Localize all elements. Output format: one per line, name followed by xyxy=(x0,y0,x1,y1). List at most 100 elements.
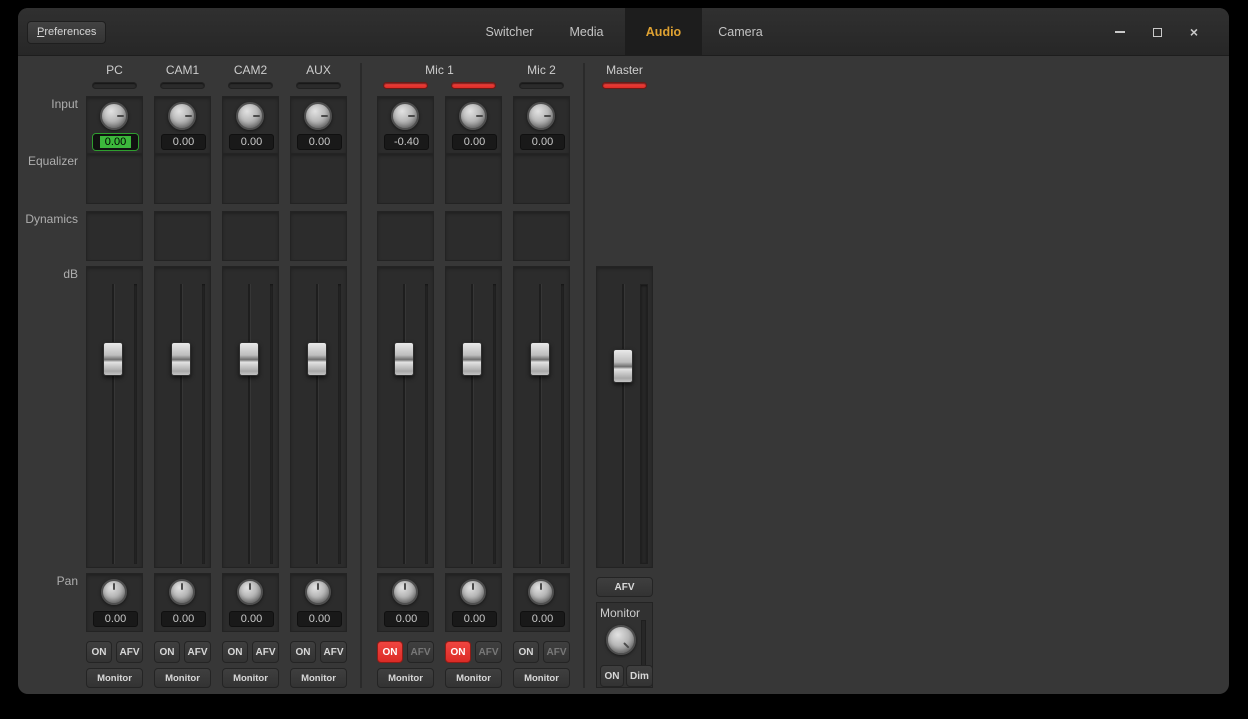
input-gain-value[interactable]: 0.00 xyxy=(229,134,274,150)
monitor-dim-button[interactable]: Dim xyxy=(626,665,653,687)
dynamics-panel[interactable] xyxy=(290,211,347,261)
input-gain-knob[interactable] xyxy=(304,102,332,130)
input-gain-knob[interactable] xyxy=(100,102,128,130)
dynamics-panel[interactable] xyxy=(377,211,434,261)
fader-handle[interactable] xyxy=(462,342,482,376)
window-controls: × xyxy=(1113,8,1201,56)
pan-knob[interactable] xyxy=(169,579,195,605)
pan-knob[interactable] xyxy=(460,579,486,605)
audio-level-meter xyxy=(92,82,137,89)
afv-button[interactable]: AFV xyxy=(407,641,434,663)
monitor-button[interactable]: Monitor xyxy=(445,668,502,688)
pan-value[interactable]: 0.00 xyxy=(452,611,497,627)
pan-knob[interactable] xyxy=(305,579,331,605)
on-button[interactable]: ON xyxy=(154,641,180,663)
afv-button[interactable]: AFV xyxy=(116,641,143,663)
fader-handle[interactable] xyxy=(394,342,414,376)
afv-button[interactable]: AFV xyxy=(543,641,570,663)
pan-knob[interactable] xyxy=(392,579,418,605)
equalizer-panel[interactable] xyxy=(445,153,502,204)
fader-track xyxy=(180,284,182,564)
strip-2-cam2: 0.00 0.00 ONAFV Monitor xyxy=(222,63,279,693)
fader-handle[interactable] xyxy=(171,342,191,376)
dynamics-panel[interactable] xyxy=(86,211,143,261)
equalizer-panel[interactable] xyxy=(154,153,211,204)
pan-value[interactable]: 0.00 xyxy=(93,611,138,627)
on-button[interactable]: ON xyxy=(377,641,403,663)
tab-switcher[interactable]: Switcher xyxy=(471,8,548,56)
equalizer-panel[interactable] xyxy=(513,153,570,204)
monitor-button[interactable]: Monitor xyxy=(222,668,279,688)
pan-knob[interactable] xyxy=(528,579,554,605)
minimize-icon[interactable] xyxy=(1113,25,1127,39)
input-gain-value[interactable]: 0.00 xyxy=(161,134,206,150)
monitor-button[interactable]: Monitor xyxy=(86,668,143,688)
fader-handle[interactable] xyxy=(530,342,550,376)
pan-value[interactable]: 0.00 xyxy=(520,611,565,627)
input-gain-knob[interactable] xyxy=(459,102,487,130)
group-divider xyxy=(360,63,362,688)
meter-track xyxy=(338,284,341,564)
equalizer-panel[interactable] xyxy=(222,153,279,204)
afv-button[interactable]: AFV xyxy=(475,641,502,663)
pan-value[interactable]: 0.00 xyxy=(297,611,342,627)
pan-knob[interactable] xyxy=(237,579,263,605)
tab-media[interactable]: Media xyxy=(548,8,625,56)
input-panel: 0.00 xyxy=(222,96,279,154)
audio-level-meter-master xyxy=(602,82,647,89)
pan-knob[interactable] xyxy=(101,579,127,605)
fader-handle[interactable] xyxy=(307,342,327,376)
input-gain-value[interactable]: -0.40 xyxy=(384,134,429,150)
fader-panel xyxy=(445,266,502,568)
input-gain-knob[interactable] xyxy=(236,102,264,130)
meter-track xyxy=(202,284,205,564)
input-gain-knob[interactable] xyxy=(527,102,555,130)
equalizer-panel[interactable] xyxy=(290,153,347,204)
meter-track xyxy=(561,284,564,564)
input-gain-value[interactable]: 0.00 xyxy=(520,134,565,150)
equalizer-panel[interactable] xyxy=(86,153,143,204)
on-button[interactable]: ON xyxy=(222,641,248,663)
pan-value[interactable]: 0.00 xyxy=(229,611,274,627)
input-gain-knob[interactable] xyxy=(391,102,419,130)
on-button[interactable]: ON xyxy=(86,641,112,663)
input-gain-value[interactable]: 0.00 xyxy=(297,134,342,150)
afv-button[interactable]: AFV xyxy=(184,641,211,663)
on-button[interactable]: ON xyxy=(290,641,316,663)
input-gain-value[interactable]: 0.00 xyxy=(93,134,138,150)
pan-value[interactable]: 0.00 xyxy=(384,611,429,627)
monitor-button[interactable]: Monitor xyxy=(154,668,211,688)
tab-audio[interactable]: Audio xyxy=(625,8,702,56)
dynamics-panel[interactable] xyxy=(222,211,279,261)
fader-track xyxy=(471,284,473,564)
afv-button[interactable]: AFV xyxy=(320,641,347,663)
master-afv-button[interactable]: AFV xyxy=(596,577,653,597)
input-gain-value[interactable]: 0.00 xyxy=(452,134,497,150)
audio-level-meter xyxy=(383,82,428,89)
monitor-volume-knob[interactable] xyxy=(606,625,636,655)
strip-5-mic-1: 0.00 0.00 ONAFV Monitor xyxy=(445,63,502,693)
channel-label-master: Master xyxy=(596,63,653,77)
on-button[interactable]: ON xyxy=(513,641,539,663)
master-fader-handle[interactable] xyxy=(613,349,633,383)
input-gain-knob[interactable] xyxy=(168,102,196,130)
audio-level-meter xyxy=(228,82,273,89)
fader-panel xyxy=(154,266,211,568)
monitor-button[interactable]: Monitor xyxy=(377,668,434,688)
dynamics-panel[interactable] xyxy=(513,211,570,261)
fader-handle[interactable] xyxy=(103,342,123,376)
on-button[interactable]: ON xyxy=(445,641,471,663)
tab-camera[interactable]: Camera xyxy=(702,8,779,56)
maximize-icon[interactable] xyxy=(1150,25,1164,39)
fader-handle[interactable] xyxy=(239,342,259,376)
monitor-button[interactable]: Monitor xyxy=(290,668,347,688)
monitor-button[interactable]: Monitor xyxy=(513,668,570,688)
close-icon[interactable]: × xyxy=(1187,25,1201,39)
monitor-on-button[interactable]: ON xyxy=(600,665,624,687)
dynamics-panel[interactable] xyxy=(445,211,502,261)
pan-value[interactable]: 0.00 xyxy=(161,611,206,627)
preferences-button[interactable]: Preferences xyxy=(27,21,106,44)
afv-button[interactable]: AFV xyxy=(252,641,279,663)
dynamics-panel[interactable] xyxy=(154,211,211,261)
equalizer-panel[interactable] xyxy=(377,153,434,204)
